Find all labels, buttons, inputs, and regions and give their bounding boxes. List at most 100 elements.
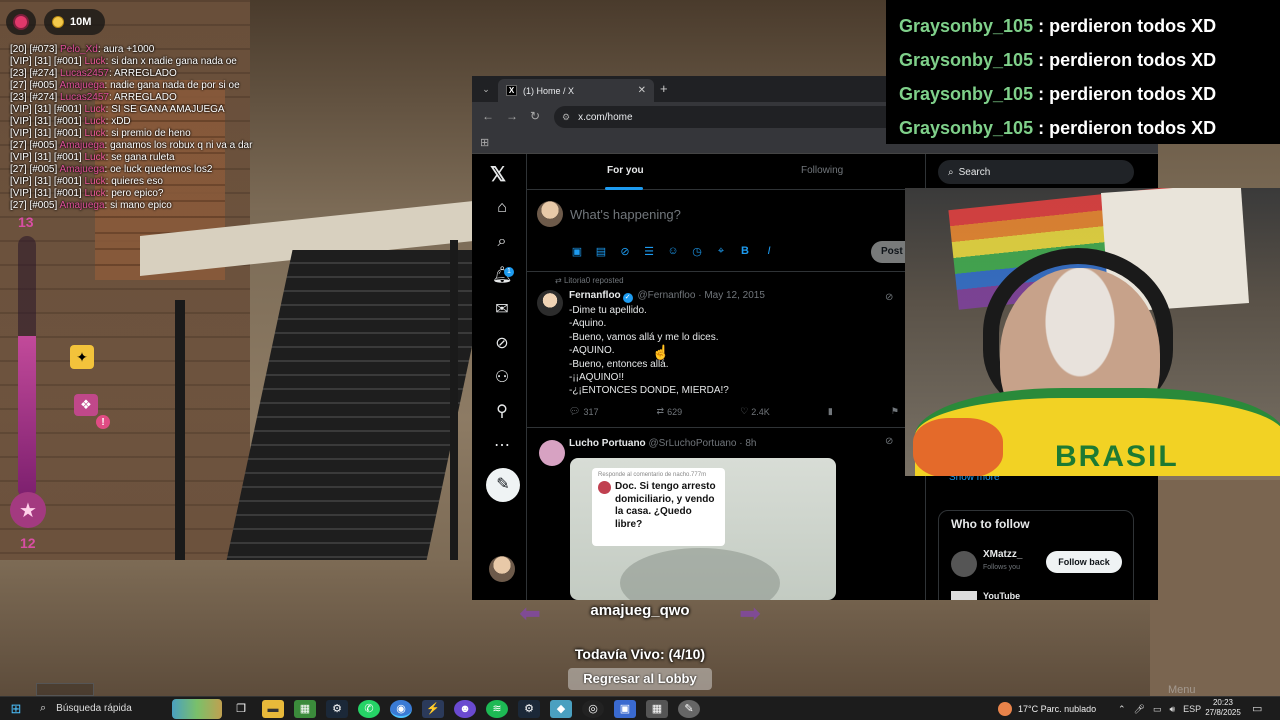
tab-following[interactable]: Following [801, 165, 843, 176]
tweet-author[interactable]: Lucho Portuano [569, 438, 646, 449]
clock[interactable]: 20:23 27/8/2025 [1200, 698, 1246, 718]
tweet-author[interactable]: Fernanfloo [569, 290, 621, 301]
gear-icon [15, 16, 27, 28]
discord-icon[interactable]: ☻ [454, 700, 476, 718]
account-avatar[interactable] [489, 556, 515, 582]
chat-username: Amajuega [59, 164, 105, 175]
chat-prefix: [27] [#005] [10, 200, 58, 211]
new-tab-button[interactable]: + [660, 81, 668, 96]
profile-icon[interactable]: ⚲ [492, 402, 512, 422]
chat-prefix: [VIP] [31] [#001] [10, 176, 82, 187]
language-indicator[interactable]: ESP [1183, 704, 1201, 714]
close-icon[interactable]: ✕ [638, 85, 646, 96]
chevron-up-icon[interactable]: ⌃ [1118, 704, 1126, 715]
obs-icon[interactable]: ◎ [582, 700, 604, 718]
italic-icon[interactable]: I [763, 245, 775, 258]
site-info-icon[interactable]: ⚙ [562, 112, 570, 123]
search-icon[interactable]: ⌕ [492, 232, 512, 252]
weather-text: 17°C Parc. nublado [1018, 704, 1097, 714]
apps-icon[interactable]: ⊞ [480, 136, 489, 149]
back-icon[interactable]: ← [482, 109, 494, 123]
whatsapp-icon[interactable]: ✆ [358, 700, 380, 718]
game-chat-line: [VIP] [31] [#001] Luck: quieres eso [10, 176, 163, 187]
mail-icon[interactable]: ✉ [492, 300, 512, 320]
repost-button[interactable]: ⇄ 629 [657, 406, 683, 417]
return-to-lobby-button[interactable]: Regresar al Lobby [568, 668, 712, 690]
search-highlight-image[interactable] [172, 699, 222, 719]
volume-icon[interactable]: 🔊︎ [1170, 704, 1176, 715]
browser-tab[interactable]: X (1) Home / X ✕ [498, 79, 654, 102]
x-logo-icon[interactable]: 𝕏 [490, 162, 506, 187]
communities-icon[interactable]: ⚇ [492, 368, 512, 388]
grok-icon[interactable]: ⊘ [885, 436, 893, 447]
avatar[interactable] [951, 591, 977, 600]
stream-chat-line: Graysonby_105 : perdieron todos XD [899, 84, 1216, 105]
forward-icon[interactable]: → [506, 109, 518, 123]
grok-icon[interactable]: ⊘ [492, 334, 512, 354]
tab-search-icon[interactable]: ⌄ [478, 81, 494, 97]
tweet-handle[interactable]: @SrLuchoPortuano [648, 438, 736, 449]
roblox-icon[interactable]: ▣ [614, 700, 636, 718]
settings-button[interactable] [6, 9, 36, 35]
app-icon[interactable]: ⚡ [422, 700, 444, 718]
tweet[interactable]: Lucho Portuano @SrLuchoPortuano · 8h ⊘ R… [527, 428, 927, 600]
powerup-icon[interactable]: ✦ [70, 345, 94, 369]
game-chat-line: [23] [#274] Lucas2457: ARREGLADO [10, 92, 177, 103]
home-icon[interactable]: ⌂ [492, 198, 512, 218]
weather-widget[interactable]: 17°C Parc. nublado [998, 697, 1096, 720]
minecraft-icon[interactable]: ▦ [294, 700, 316, 718]
tweet-media[interactable]: Responde al comentario de nacho.777m Doc… [570, 458, 836, 600]
tweet-handle[interactable]: @Fernanfloo [637, 290, 695, 301]
search-icon: ⌕ [40, 702, 47, 714]
health-bar-fill [18, 335, 36, 498]
search-input[interactable]: ⌕ Search [938, 160, 1134, 184]
windows-start-icon[interactable]: ⊞ [0, 701, 32, 717]
tweet-date[interactable]: May 12, 2015 [704, 290, 765, 301]
previous-player-button[interactable]: ⬅ [502, 598, 558, 628]
next-player-button[interactable]: ➡ [722, 598, 778, 628]
reload-icon[interactable]: ↻ [530, 109, 540, 123]
app-icon[interactable]: ✎ [678, 700, 700, 718]
compose-post-button[interactable]: ✎ [486, 468, 520, 502]
poll-icon[interactable]: ☰ [643, 245, 655, 258]
game-chat-line: [VIP] [31] [#001] Luck: si premio de hen… [10, 128, 191, 139]
reply-button[interactable]: 💬︎ 317 [569, 406, 598, 417]
like-button[interactable]: ♡ 2.4K [740, 406, 770, 417]
spotify-icon[interactable]: ≋ [486, 700, 508, 718]
more-icon[interactable]: ⋯ [492, 436, 512, 456]
emoji-icon[interactable]: ☺ [667, 245, 679, 258]
bookmark-button[interactable]: ⚑ [891, 406, 899, 417]
suggest-name[interactable]: XMatzz_ [983, 549, 1022, 560]
grok-icon[interactable]: ⊘ [885, 292, 893, 303]
menu-button[interactable]: Menu [1168, 684, 1240, 696]
steam-icon[interactable]: ⚙ [326, 700, 348, 718]
gif-icon[interactable]: ▤ [595, 245, 607, 258]
stream-chat-overlay: Graysonby_105 : perdieron todos XD Grayso… [886, 0, 1280, 144]
tab-for-you[interactable]: For you [607, 165, 644, 176]
chrome-icon[interactable]: ◉ [390, 700, 412, 718]
file-explorer-icon[interactable]: ▬ [262, 700, 284, 718]
avatar[interactable] [539, 440, 565, 466]
bold-icon[interactable]: B [739, 245, 751, 258]
calculator-icon[interactable]: ▦ [646, 700, 668, 718]
views-button[interactable]: ▮ [828, 406, 833, 417]
mic-icon[interactable]: 🎤︎ [1134, 704, 1145, 715]
schedule-icon[interactable]: ◷ [691, 245, 703, 258]
compose-input[interactable]: What's happening? [570, 207, 681, 222]
image-icon[interactable]: ▣ [571, 245, 583, 258]
tweet[interactable]: ⇄ Litoria0 reposted Fernanfloo ✓ @Fernanf… [527, 272, 927, 428]
suggest-name[interactable]: YouTube [983, 591, 1020, 600]
steam-icon[interactable]: ⚙ [518, 700, 540, 718]
location-icon[interactable]: ⌖ [715, 245, 727, 258]
display-icon[interactable]: ▭ [1153, 704, 1162, 715]
powerup-icon[interactable]: ❖ [74, 394, 98, 416]
app-icon[interactable]: ◆ [550, 700, 572, 718]
grok-icon[interactable]: ⊘ [619, 245, 631, 258]
avatar[interactable] [951, 551, 977, 577]
follow-back-button[interactable]: Follow back [1046, 551, 1122, 573]
who-to-follow-title: Who to follow [951, 517, 1030, 531]
task-view-icon[interactable]: ❐ [230, 700, 252, 718]
notifications-icon[interactable]: ▭ [1252, 702, 1262, 715]
tweet-time[interactable]: 8h [745, 438, 756, 449]
avatar[interactable] [537, 290, 563, 316]
